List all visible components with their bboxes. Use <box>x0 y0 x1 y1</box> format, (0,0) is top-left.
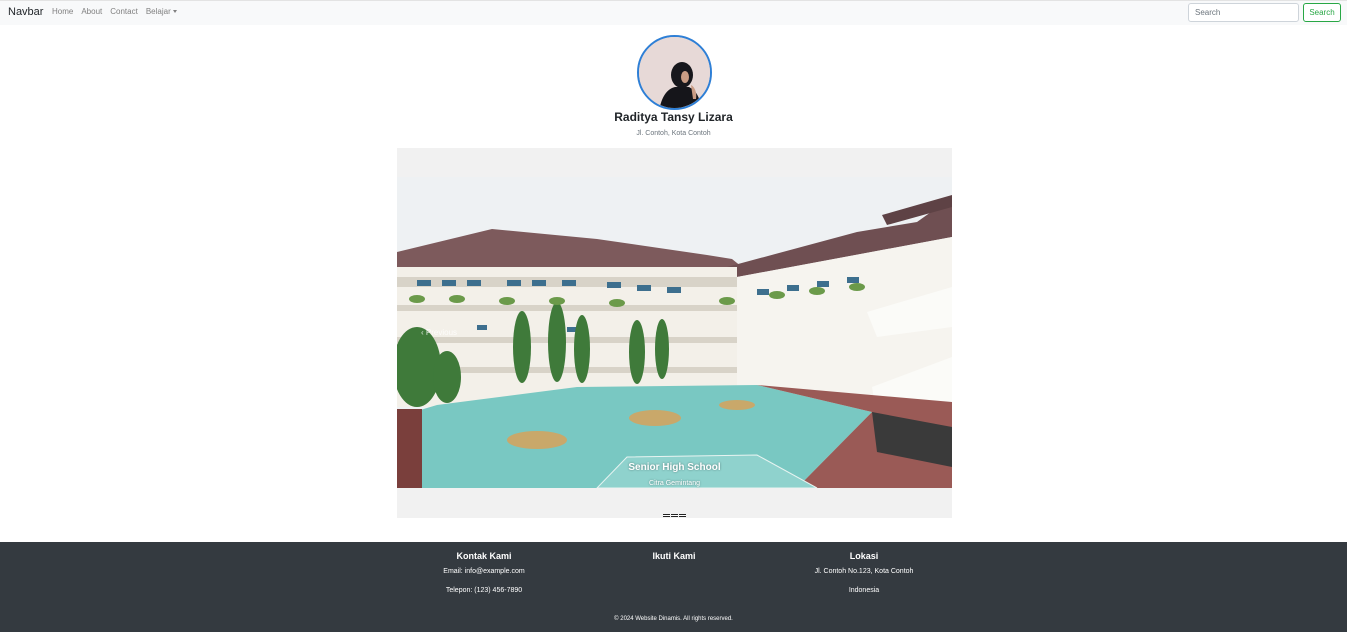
image-carousel: ‹ Previous Senior High School Citra Gemi… <box>397 148 952 518</box>
carousel-indicator-1[interactable] <box>663 514 670 517</box>
footer-address: Jl. Contoh No.123, Kota Contoh <box>814 568 914 575</box>
carousel-caption-subtitle: Citra Gemintang <box>649 480 700 487</box>
carousel-indicators <box>663 514 686 517</box>
search-input[interactable] <box>1188 3 1299 22</box>
carousel-caption-title: Senior High School <box>628 462 721 473</box>
profile-name: Raditya Tansy Lizara <box>614 110 733 124</box>
nav-dropdown-belajar[interactable]: Belajar <box>146 7 177 16</box>
carousel-indicator-3[interactable] <box>679 514 686 517</box>
dropdown-label: Belajar <box>145 7 171 16</box>
carousel-slide <box>397 177 952 488</box>
top-navbar: Navbar Home About Contact Belajar Search <box>0 0 1347 25</box>
caret-down-icon <box>172 10 177 14</box>
footer-email: Email: info@example.com <box>443 568 525 575</box>
navbar-brand[interactable]: Navbar <box>8 6 43 18</box>
footer-location-title: Lokasi <box>849 551 879 561</box>
footer-contact: Kontak Kami Email: info@example.com Tele… <box>389 542 579 594</box>
search-button[interactable]: Search <box>1303 3 1341 22</box>
school-building-image <box>397 177 952 488</box>
footer-follow-title: Ikuti Kami <box>652 551 696 561</box>
footer-phone: Telepon: (123) 456-7890 <box>445 587 523 594</box>
profile-photo <box>639 37 710 108</box>
avatar <box>637 35 712 110</box>
footer-contact-title: Kontak Kami <box>456 551 512 561</box>
footer: Kontak Kami Email: info@example.com Tele… <box>0 542 1347 632</box>
nav-link-contact[interactable]: Contact <box>110 7 138 16</box>
nav-link-home[interactable]: Home <box>52 7 73 16</box>
footer-location: Lokasi Jl. Contoh No.123, Kota Contoh In… <box>769 542 959 594</box>
footer-follow: Ikuti Kami <box>579 542 769 561</box>
footer-country: Indonesia <box>848 587 880 594</box>
carousel-indicator-2[interactable] <box>671 514 678 517</box>
prev-label: Previous <box>425 328 458 337</box>
nav-links: Home About Contact Belajar <box>52 7 177 16</box>
nav-link-about[interactable]: About <box>81 7 102 16</box>
carousel-prev-button[interactable]: ‹ Previous <box>421 328 457 337</box>
footer-copyright: © 2024 Website Dinamis. All rights reser… <box>614 616 733 622</box>
profile-address: Jl. Contoh, Kota Contoh <box>636 130 711 137</box>
